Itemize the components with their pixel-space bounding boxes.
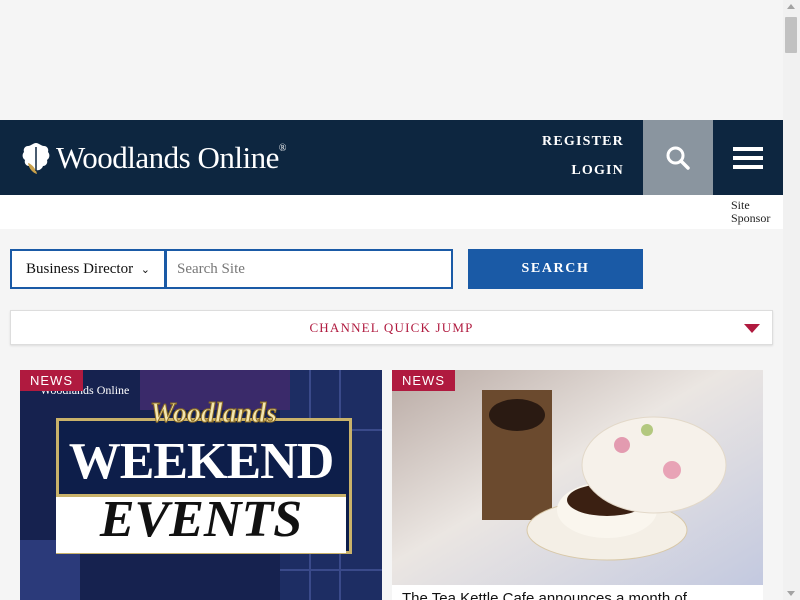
news-card-headline[interactable]: The Tea Kettle Cafe announces a month of <box>402 590 687 600</box>
chevron-down-icon: ⌄ <box>140 263 150 276</box>
register-link[interactable]: REGISTER <box>542 134 624 150</box>
caret-down-icon <box>744 324 760 333</box>
page-scrollbar[interactable] <box>783 0 800 600</box>
image-title-script: Woodlands <box>149 398 278 430</box>
channel-quick-jump[interactable]: CHANNEL QUICK JUMP <box>10 310 773 345</box>
quick-jump-label: CHANNEL QUICK JUMP <box>309 320 474 335</box>
account-links: REGISTER LOGIN <box>530 120 640 195</box>
site-sponsor-label: Site Sponsor <box>731 198 771 225</box>
hamburger-menu-icon <box>733 142 763 174</box>
sponsor-strip <box>0 195 783 229</box>
scroll-up-icon[interactable] <box>787 4 795 9</box>
news-card-weekend-events[interactable]: Woodlands Online Woodlands WEEKEND EVENT… <box>20 370 382 600</box>
tea-kettle-photo <box>392 370 763 585</box>
ad-space <box>0 0 783 120</box>
site-logo[interactable]: Woodlands Online ® <box>20 139 286 177</box>
search-input[interactable] <box>165 249 453 289</box>
directory-select[interactable]: Business Director ⌄ <box>10 249 166 289</box>
image-title-weekend: WEEKEND <box>68 433 335 490</box>
search-icon <box>666 146 690 170</box>
news-card-caption[interactable]: The Tea Kettle Cafe announces a month of <box>392 585 763 600</box>
search-toggle-button[interactable] <box>643 120 713 195</box>
scroll-down-icon[interactable] <box>787 591 795 596</box>
oak-leaf-icon <box>22 143 50 174</box>
logo-text: Woodlands Online <box>56 140 279 175</box>
image-title-events: EVENTS <box>99 491 303 548</box>
directory-select-value: Business Director <box>26 260 134 277</box>
login-link[interactable]: LOGIN <box>571 163 624 179</box>
menu-toggle-button[interactable] <box>713 120 783 195</box>
news-badge[interactable]: NEWS <box>392 370 455 391</box>
scrollbar-thumb[interactable] <box>785 17 797 53</box>
news-card-tea-kettle[interactable]: The Tea Kettle Cafe announces a month of… <box>392 370 763 600</box>
logo-registered-mark: ® <box>278 142 287 154</box>
search-button[interactable]: SEARCH <box>468 249 643 289</box>
news-badge[interactable]: NEWS <box>20 370 83 391</box>
